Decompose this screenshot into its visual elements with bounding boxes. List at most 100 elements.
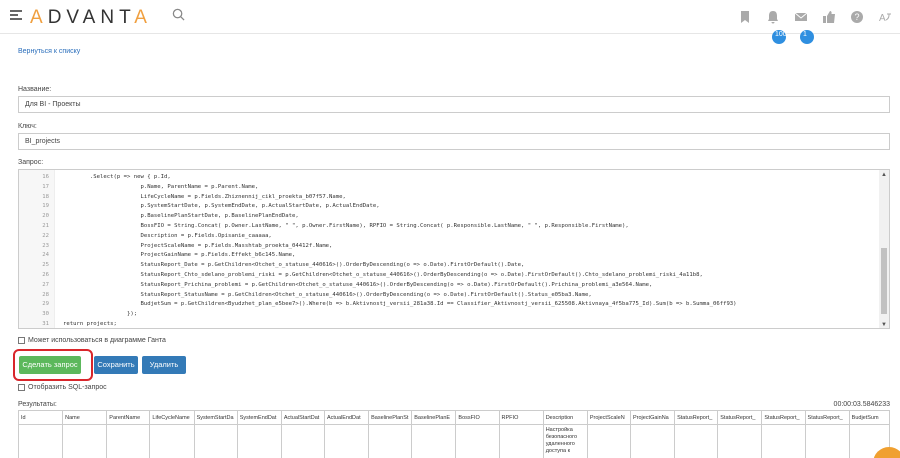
code-text: StatusReport_Date = p.GetChildren<Otchet… <box>63 262 525 269</box>
table-cell <box>17 424 64 458</box>
table-cell <box>674 424 719 458</box>
code-line: 23 ProjectScaleName = p.Fields.Masshtab_… <box>19 241 332 251</box>
code-text: Description = p.Fields.Opisanie_caaaaa, <box>63 232 272 239</box>
table-cell <box>149 424 195 458</box>
query-editor[interactable]: 16 .Select(p => new { p.Id, 17 p.Name, Pa… <box>18 169 890 329</box>
code-line: 30 }); <box>19 309 137 319</box>
name-label: Название: <box>18 86 52 93</box>
column-header[interactable]: ActualStartDat <box>280 410 325 425</box>
back-to-list-link[interactable]: Вернуться к списку <box>18 48 80 55</box>
table-cell <box>323 424 370 458</box>
code-text: ProjectScaleName = p.Fields.Masshtab_pro… <box>63 242 333 249</box>
line-number: 20 <box>42 213 49 220</box>
column-header[interactable]: StatusReport_ <box>761 410 806 425</box>
column-header[interactable]: ParentName <box>106 410 151 425</box>
gantt-checkbox-box[interactable] <box>18 337 25 344</box>
table-cell <box>193 424 238 458</box>
column-header[interactable]: BaselinePlanE <box>411 410 457 425</box>
bookmark-icon[interactable] <box>738 10 752 24</box>
code-line: 18 LifeCycleName = p.Fields.Zhiznennij_c… <box>19 192 346 202</box>
line-number: 26 <box>42 272 49 278</box>
column-header[interactable]: StatusReport_ <box>674 410 719 425</box>
save-button[interactable]: Сохранить <box>94 356 138 374</box>
code-line: 26 StatusReport_Chto_sdelano_problemi_ri… <box>19 270 703 280</box>
column-header[interactable]: Name <box>62 410 108 425</box>
code-text: }); <box>63 311 138 318</box>
column-header[interactable]: SystemStartDa <box>193 410 238 425</box>
column-header[interactable]: Id <box>17 410 64 425</box>
line-number: 18 <box>42 193 49 200</box>
notifications-badge: 100 <box>772 30 787 44</box>
svg-text:A: A <box>879 13 886 24</box>
table-cell <box>629 424 676 458</box>
code-text: ProjectGainName = p.Fields.Effekt_b6c145… <box>63 252 296 259</box>
key-label: Ключ: <box>18 123 37 130</box>
column-header[interactable]: BudjetSum <box>848 410 891 425</box>
column-header[interactable]: ProjectGainNa <box>629 410 676 425</box>
run-query-button[interactable]: Сделать запрос <box>19 356 81 374</box>
line-number: 29 <box>42 301 49 308</box>
thumbs-up-icon[interactable] <box>822 10 836 24</box>
mail-icon[interactable]: 1 <box>794 10 814 44</box>
code-text: BossFIO = String.Concat( p.Owner.LastNam… <box>63 223 629 229</box>
key-field[interactable]: BI_projects <box>18 133 890 150</box>
column-header[interactable]: StatusReport_ <box>717 410 763 425</box>
line-number: 17 <box>42 183 49 190</box>
code-line: 25 StatusReport_Date = p.GetChildren<Otc… <box>19 260 524 270</box>
code-text: StatusReport_Prichina_problemi = p.GetCh… <box>63 281 653 288</box>
column-header[interactable]: Description <box>542 410 588 425</box>
show-sql-checkbox-box[interactable] <box>18 384 25 391</box>
show-sql-checkbox[interactable]: Отобразить SQL-запрос <box>18 384 107 391</box>
help-icon[interactable]: ? <box>850 10 864 24</box>
results-label: Результаты: <box>18 401 57 408</box>
search-icon[interactable] <box>172 8 185 21</box>
column-header[interactable]: ProjectScaleN <box>586 410 631 425</box>
table-cell <box>455 424 500 458</box>
app-logo[interactable]: ADVANTA <box>30 7 152 29</box>
code-line: 28 StatusReport_StatusName = p.GetChildr… <box>19 290 591 300</box>
line-number: 31 <box>42 321 49 327</box>
line-number: 19 <box>42 203 49 210</box>
code-text: p.SystemStartDate, p.SystemEndDate, p.Ac… <box>63 203 380 210</box>
code-text: return projects; <box>63 321 117 327</box>
gantt-checkbox[interactable]: Может использоваться в диаграмме Ганта <box>18 337 166 344</box>
table-cell <box>586 424 631 458</box>
code-line: 17 p.Name, ParentName = p.Parent.Name, <box>19 182 258 192</box>
code-text: LifeCycleName = p.Fields.Zhiznennij_cikl… <box>63 193 346 200</box>
menu-icon[interactable] <box>10 10 22 20</box>
code-line: 31 return projects; <box>19 319 117 328</box>
delete-button[interactable]: Удалить <box>142 356 186 374</box>
column-header[interactable]: RPFIO <box>498 410 544 425</box>
column-header[interactable]: SystemEndDat <box>236 410 282 425</box>
name-field[interactable]: Для BI - Проекты <box>18 96 890 113</box>
table-cell <box>717 424 763 458</box>
table-cell <box>368 424 413 458</box>
scroll-down-icon[interactable]: ▼ <box>881 322 887 328</box>
column-header[interactable]: ActualEndDat <box>323 410 370 425</box>
code-text: p.Name, ParentName = p.Parent.Name, <box>63 183 259 190</box>
column-header[interactable]: LifeCycleName <box>149 410 195 425</box>
scrollbar-thumb[interactable] <box>881 248 887 314</box>
translate-icon[interactable]: A <box>878 10 892 24</box>
line-number: 21 <box>42 223 49 229</box>
mail-badge: 1 <box>800 30 814 44</box>
execution-timer: 00:00:03.5846233 <box>833 401 890 408</box>
code-line: 22 Description = p.Fields.Opisanie_caaaa… <box>19 231 272 241</box>
table-row: Настройка безопасного удаленного доступа… <box>17 424 891 458</box>
scroll-up-icon[interactable]: ▲ <box>881 172 887 178</box>
column-header[interactable]: BaselinePlanSt <box>368 410 413 425</box>
column-header[interactable]: BossFIO <box>455 410 500 425</box>
column-header[interactable]: StatusReport_ <box>804 410 850 425</box>
table-cell <box>498 424 544 458</box>
editor-scrollbar[interactable]: ▲ ▼ <box>879 170 889 328</box>
code-line: 20 p.BaselinePlanStartDate, p.BaselinePl… <box>19 211 299 221</box>
code-line: 29 BudjetSum = p.GetChildren<Byudzhet_pl… <box>19 299 736 309</box>
code-line: 19 p.SystemStartDate, p.SystemEndDate, p… <box>19 201 380 211</box>
results-table: Id Name ParentName LifeCycleName SystemStart… <box>17 410 891 458</box>
show-sql-checkbox-label: Отобразить SQL-запрос <box>28 384 107 391</box>
table-cell <box>106 424 151 458</box>
gantt-checkbox-label: Может использоваться в диаграмме Ганта <box>28 337 166 344</box>
bell-icon[interactable]: 100 <box>766 10 787 44</box>
line-number: 25 <box>42 262 49 269</box>
code-text: p.BaselinePlanStartDate, p.BaselinePlanE… <box>63 213 299 220</box>
